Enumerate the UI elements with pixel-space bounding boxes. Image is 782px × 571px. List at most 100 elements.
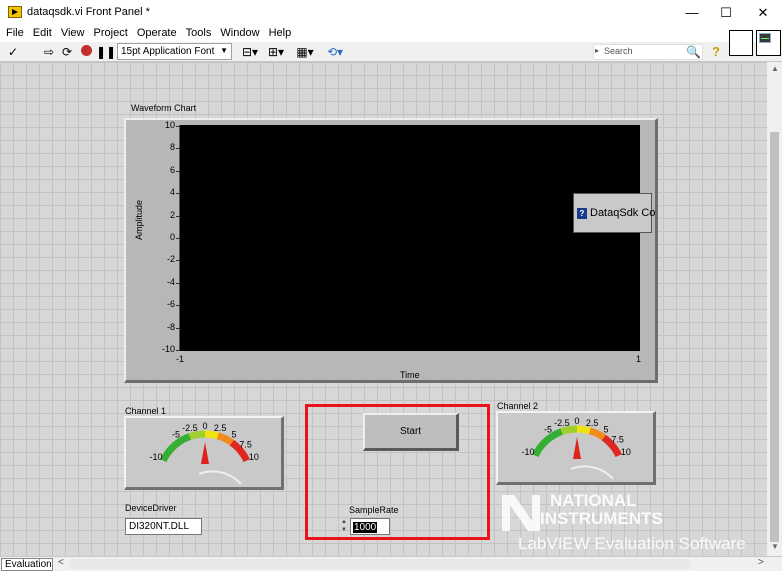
channel2-label: Channel 2 xyxy=(497,401,539,411)
search-marker-icon: ▸ xyxy=(595,46,600,55)
y-axis-label: Amplitude xyxy=(134,199,144,240)
gauge-scale-segment xyxy=(541,438,549,446)
gauge-tick-label: -5 xyxy=(172,429,180,439)
scroll-right-icon[interactable]: > xyxy=(758,557,764,568)
window-title: dataqsdk.vi Front Panel * xyxy=(27,6,150,18)
dataqsdk-control-label: DataqSdk Co xyxy=(590,207,656,219)
menu-tools[interactable]: Tools xyxy=(180,25,212,39)
gauge-tick-label: 7.5 xyxy=(611,434,624,444)
checkmark-icon[interactable]: ✓ xyxy=(6,45,20,59)
status-bar: Evaluation < > xyxy=(0,556,782,571)
activex-icon: ? xyxy=(577,208,587,219)
gauge-tick-label: 5 xyxy=(232,429,237,439)
device-driver-field[interactable]: DI320NT.DLL xyxy=(125,518,202,535)
gauge-scale-segment xyxy=(191,431,196,440)
gauge-scale-segment xyxy=(591,428,597,436)
font-select[interactable]: 15pt Application Font ▼ xyxy=(117,43,232,60)
chevron-down-icon: ▼ xyxy=(220,46,228,55)
gauge-scale-segment xyxy=(169,443,177,451)
sample-rate-stepper[interactable]: ▲ ▼ xyxy=(341,518,350,535)
channel1-label: Channel 1 xyxy=(125,406,167,416)
connector-pane-icon[interactable] xyxy=(729,30,753,56)
y-tick-label: 4 xyxy=(169,187,175,198)
dataqsdk-control[interactable]: ? DataqSdk Co xyxy=(573,193,656,233)
maximize-button[interactable]: ☐ xyxy=(706,0,746,25)
gauge-scale-segment xyxy=(536,444,544,451)
close-button[interactable]: ✕ xyxy=(743,0,782,25)
gauge-tick-label: 2.5 xyxy=(586,418,599,428)
scroll-down-icon[interactable]: ▼ xyxy=(771,542,779,551)
menu-edit[interactable]: Edit xyxy=(27,25,52,39)
menu-file[interactable]: File xyxy=(0,25,24,39)
gauge-tick-label: 0 xyxy=(574,416,579,426)
gauge-scale-segment xyxy=(545,434,553,442)
channel2-gauge[interactable]: -10 -5 -2.5 0 2.5 5 7.5 10 xyxy=(496,411,656,485)
resize-icon[interactable]: ▦▾ xyxy=(295,45,315,59)
gauge-tick-label: 10 xyxy=(621,447,631,457)
gauge-scale-segment xyxy=(160,456,168,463)
chart-plot-area[interactable] xyxy=(180,125,640,351)
gauge-scale-segment xyxy=(552,430,559,438)
gauge-tick-label: 7.5 xyxy=(239,439,252,449)
gauge-scale-segment xyxy=(167,445,175,452)
search-placeholder: Search xyxy=(604,46,633,56)
menu-project[interactable]: Project xyxy=(88,25,128,39)
gauge-scale-segment xyxy=(183,434,189,442)
device-driver-label: DeviceDriver xyxy=(125,503,177,513)
abort-icon[interactable] xyxy=(79,45,93,59)
gauge-scale-segment xyxy=(225,436,232,445)
run-arrow-icon[interactable]: ⇨ xyxy=(42,45,56,59)
gauge-scale-segment xyxy=(214,431,219,440)
scroll-left-icon[interactable]: < xyxy=(58,557,64,568)
gauge-scale-segment xyxy=(193,431,198,439)
x-tick-label-max: 1 xyxy=(636,354,642,364)
vi-icon-screen xyxy=(759,33,771,43)
gauge-scale-segment xyxy=(548,433,555,441)
gauge-scale-segment xyxy=(229,439,237,447)
gauge-needle[interactable] xyxy=(573,437,581,459)
search-icon[interactable]: 🔍 xyxy=(686,45,701,59)
gauge-scale-segment xyxy=(584,426,589,434)
gauge-scale-segment xyxy=(223,435,230,443)
menu-view[interactable]: View xyxy=(55,25,85,39)
align-icon[interactable]: ⊟▾ xyxy=(240,45,260,59)
vi-icon[interactable] xyxy=(756,30,781,56)
gauge-scale-segment xyxy=(236,447,245,454)
gauge-tick-label: 5 xyxy=(604,424,609,434)
gauge-scale-segment xyxy=(593,429,599,437)
evaluation-tab[interactable]: Evaluation xyxy=(1,558,53,571)
distribute-icon[interactable]: ⊞▾ xyxy=(266,45,286,59)
gauge-scale-segment xyxy=(180,435,187,443)
menu-operate[interactable]: Operate xyxy=(131,25,177,39)
y-tick xyxy=(176,260,180,262)
run-continuous-icon[interactable]: ⟳ xyxy=(60,45,74,59)
labview-vi-icon xyxy=(8,6,22,18)
gauge-scale-segment xyxy=(534,446,543,453)
highlight-annotation xyxy=(305,404,490,540)
y-tick xyxy=(176,215,180,217)
menu-window[interactable]: Window xyxy=(214,25,259,39)
gauge-scale-segment xyxy=(532,451,540,458)
decrement-arrow-icon[interactable]: ▼ xyxy=(341,526,350,534)
gauge-scale-segment xyxy=(241,454,249,460)
horizontal-scrollbar[interactable] xyxy=(70,559,690,569)
gauge-scale-segment xyxy=(188,432,194,440)
y-tick-label: 6 xyxy=(169,164,175,175)
gauge-tick-label: 0 xyxy=(202,421,207,431)
gauge-needle[interactable] xyxy=(201,442,209,464)
channel1-gauge[interactable]: -10 -5 -2.5 0 2.5 5 7.5 10 xyxy=(124,416,284,490)
gauge-tick-label: -10 xyxy=(150,452,163,462)
gauge-scale-segment xyxy=(550,431,557,440)
help-icon[interactable]: ? xyxy=(712,44,720,59)
vertical-scrollbar[interactable]: ▲ ▼ xyxy=(767,62,782,556)
x-axis-label: Time xyxy=(400,370,420,380)
scroll-thumb[interactable] xyxy=(770,132,779,542)
reorder-icon[interactable]: ⟲▾ xyxy=(324,45,346,59)
increment-arrow-icon[interactable]: ▲ xyxy=(341,518,350,526)
scroll-up-icon[interactable]: ▲ xyxy=(771,64,779,73)
pause-icon[interactable]: ❚❚ xyxy=(96,45,116,59)
menu-help[interactable]: Help xyxy=(263,25,292,39)
y-tick-label: -2 xyxy=(166,254,175,265)
gauge-inner-arc xyxy=(198,470,242,485)
sample-rate-field[interactable]: 1000 xyxy=(350,518,390,535)
